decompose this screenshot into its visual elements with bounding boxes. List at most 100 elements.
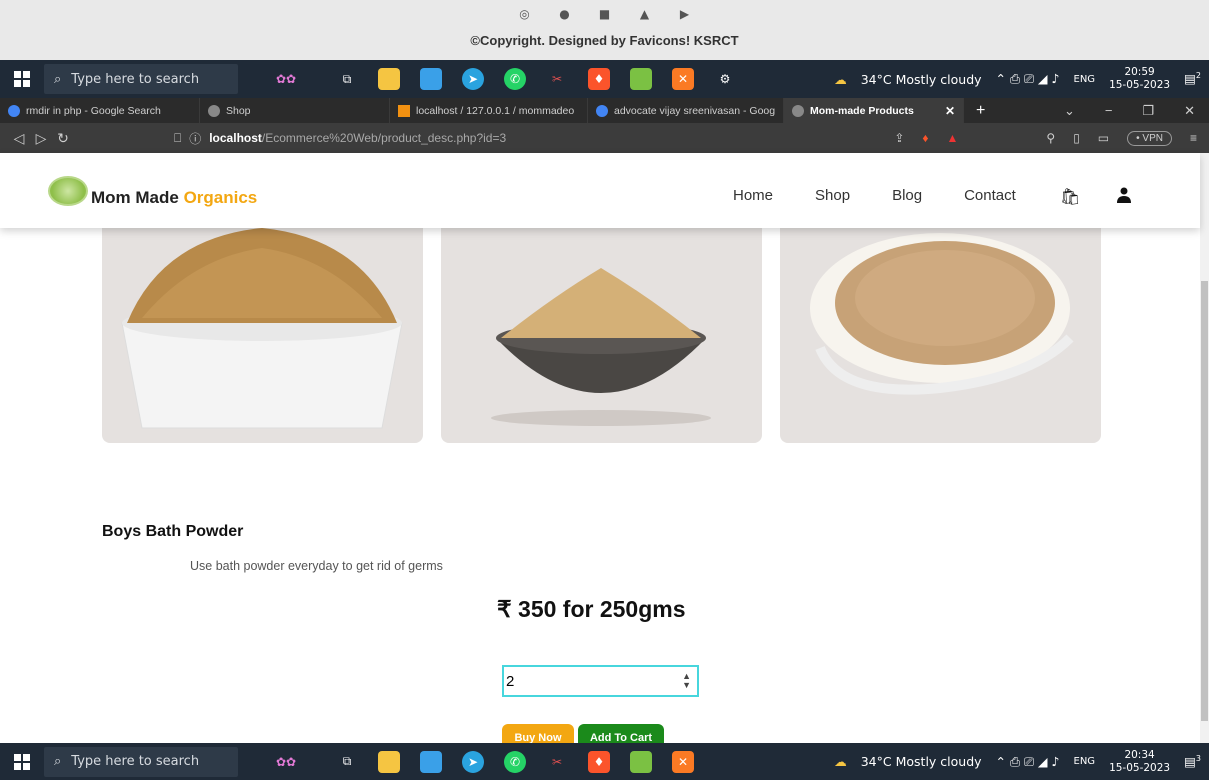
clock-date: 15-05-2023 — [1109, 761, 1171, 774]
share-icon[interactable]: ⇪ — [894, 131, 904, 145]
taskbar-search-placeholder: Type here to search — [71, 71, 200, 87]
taskbar-search-input[interactable]: ⌕ Type here to search — [44, 64, 238, 94]
close-window-icon[interactable]: ✕ — [1184, 103, 1195, 119]
xampp-icon[interactable]: ✕ — [672, 750, 694, 773]
file-explorer-icon[interactable] — [378, 750, 400, 773]
wallet-icon[interactable]: ▭ — [1098, 131, 1109, 145]
browser-tab[interactable]: localhost / 127.0.0.1 / mommadeo — [390, 98, 588, 123]
nav-contact[interactable]: Contact — [964, 187, 1016, 204]
tab-search-icon[interactable]: ⌄ — [1064, 103, 1075, 119]
site-info-icon[interactable]: ⓘ — [189, 130, 201, 147]
brand-accent-text: Organics — [183, 188, 258, 207]
tab-label: Mom-made Products — [810, 104, 914, 117]
footer: ◎ ● ■ ▲ ▶ ©Copyright. Designed by Favico… — [0, 0, 1209, 60]
minimize-icon[interactable]: − — [1105, 103, 1113, 119]
product-image-2[interactable] — [441, 228, 762, 443]
lotus-widget-icon[interactable]: ✿✿ — [256, 751, 316, 773]
settings-gear-icon[interactable]: ⚙ — [714, 68, 736, 90]
browser-tab[interactable]: Shop — [200, 98, 390, 123]
bookmark-icon[interactable]: ⎕ — [174, 131, 181, 146]
sidebar-icon[interactable]: ▯ — [1073, 131, 1080, 145]
windows-start-icon[interactable] — [0, 743, 44, 780]
vpn-button[interactable]: • VPN — [1127, 130, 1172, 146]
browser-tab[interactable]: rmdir in php - Google Search — [0, 98, 200, 123]
copyright-text: ©Copyright. Designed by Favicons! KSRCT — [470, 33, 739, 48]
address-bar: ◁ ▷ ↻ ⎕ ⓘ localhost/Ecommerce%20Web/prod… — [0, 123, 1209, 153]
linkedin-icon[interactable]: ■ — [597, 6, 613, 22]
quantity-input[interactable]: 2 ▲ ▼ — [502, 665, 699, 697]
tab-label: localhost / 127.0.0.1 / mommadeo — [416, 104, 575, 117]
brave-rewards-icon[interactable]: ▲ — [947, 131, 959, 145]
shop-favicon-icon — [208, 104, 220, 117]
nav-blog[interactable]: Blog — [892, 187, 922, 204]
forward-icon[interactable]: ▷ — [30, 130, 52, 147]
scrollbar-thumb[interactable] — [1201, 281, 1208, 721]
logo-icon[interactable] — [48, 176, 88, 206]
url-field[interactable]: ⎕ ⓘ localhost/Ecommerce%20Web/product_de… — [174, 130, 506, 147]
task-view-icon[interactable]: ⧉ — [336, 751, 358, 773]
brave-browser-icon[interactable]: ♦ — [588, 68, 610, 90]
clock[interactable]: 20:59 15-05-2023 — [1109, 66, 1170, 92]
weather-text[interactable]: 34°C Mostly cloudy — [861, 72, 982, 87]
store-icon[interactable] — [420, 68, 442, 90]
product-title: Boys Bath Powder — [102, 523, 244, 540]
youtube-icon[interactable]: ▶ — [677, 6, 693, 22]
snipping-tool-icon[interactable]: ✂ — [546, 751, 568, 773]
back-icon[interactable]: ◁ — [8, 130, 30, 147]
shopping-bag-icon[interactable]: 🛍 — [1060, 187, 1080, 207]
browser-tab-bar: rmdir in php - Google Search Shop localh… — [0, 98, 1209, 123]
close-tab-icon[interactable]: ✕ — [945, 104, 955, 118]
instagram-icon[interactable]: ◎ — [517, 6, 533, 22]
nav-home[interactable]: Home — [733, 187, 773, 204]
restore-icon[interactable]: ❐ — [1142, 103, 1154, 119]
brand-name[interactable]: Mom Made Organics — [91, 188, 257, 208]
snipping-tool-icon[interactable]: ✂ — [546, 68, 568, 90]
facebook-icon[interactable]: ● — [557, 6, 573, 22]
nav-shop[interactable]: Shop — [815, 187, 850, 204]
taskbar-search-placeholder: Type here to search — [71, 754, 200, 769]
clock-time: 20:59 — [1124, 66, 1155, 78]
tray-icons[interactable]: ⌃ ⎙ ⎚ ◢ ♪ — [996, 754, 1060, 770]
file-explorer-icon[interactable] — [378, 68, 400, 90]
tab-label: rmdir in php - Google Search — [26, 104, 161, 117]
weather-text[interactable]: 34°C Mostly cloudy — [861, 754, 982, 769]
powder-bowl-image — [121, 228, 403, 429]
notepad-icon[interactable] — [630, 68, 652, 90]
whatsapp-icon[interactable]: ✆ — [504, 750, 526, 773]
brave-browser-icon[interactable]: ♦ — [588, 750, 610, 773]
task-view-icon[interactable]: ⧉ — [336, 68, 358, 90]
clock[interactable]: 20:34 15-05-2023 — [1109, 749, 1170, 775]
notification-icon[interactable]: ▤2 — [1184, 71, 1201, 86]
windows-start-icon[interactable] — [0, 60, 44, 98]
language-indicator[interactable]: ENG — [1074, 756, 1096, 767]
notification-icon[interactable]: ▤3 — [1184, 754, 1201, 769]
product-image-3[interactable] — [780, 228, 1101, 443]
system-tray: ☁ 34°C Mostly cloudy ⌃ ⎙ ⎚ ◢ ♪ ENG 20:59… — [834, 66, 1209, 92]
xampp-icon[interactable]: ✕ — [672, 68, 694, 90]
quantity-spinner-icon[interactable]: ▲ ▼ — [682, 672, 691, 690]
whatsapp-icon[interactable]: ✆ — [504, 68, 526, 90]
product-price: ₹ 350 for 250gms — [497, 596, 686, 622]
telegram-icon[interactable]: ➤ — [462, 750, 484, 773]
new-tab-button[interactable]: + — [964, 102, 997, 120]
lotus-widget-icon[interactable]: ✿✿ — [256, 68, 316, 90]
url-path: /Ecommerce%20Web/product_desc.php?id=3 — [261, 131, 507, 145]
language-indicator[interactable]: ENG — [1074, 74, 1096, 85]
tray-icons[interactable]: ⌃ ⎙ ⎚ ◢ ♪ — [996, 71, 1060, 87]
user-icon[interactable] — [1117, 187, 1131, 208]
notepad-icon[interactable] — [630, 750, 652, 773]
extensions-icon[interactable]: ⚲ — [1046, 131, 1055, 145]
browser-tab-active[interactable]: Mom-made Products ✕ — [784, 98, 964, 123]
taskbar-apps: ✿✿ ⧉ ➤ ✆ ✂ ♦ ✕ ⚙ — [256, 68, 736, 90]
menu-icon[interactable]: ≡ — [1190, 131, 1197, 145]
taskbar-search-input[interactable]: ⌕ Type here to search — [44, 746, 238, 777]
brave-shields-icon[interactable]: ♦ — [922, 131, 928, 145]
page-scrollbar[interactable] — [1200, 153, 1209, 743]
twitter-icon[interactable]: ▲ — [637, 6, 653, 22]
telegram-icon[interactable]: ➤ — [462, 68, 484, 90]
tab-label: advocate vijay sreenivasan - Goog — [614, 104, 776, 117]
reload-icon[interactable]: ↻ — [52, 130, 74, 147]
product-image-1[interactable] — [102, 228, 423, 443]
browser-tab[interactable]: advocate vijay sreenivasan - Goog — [588, 98, 784, 123]
store-icon[interactable] — [420, 750, 442, 773]
